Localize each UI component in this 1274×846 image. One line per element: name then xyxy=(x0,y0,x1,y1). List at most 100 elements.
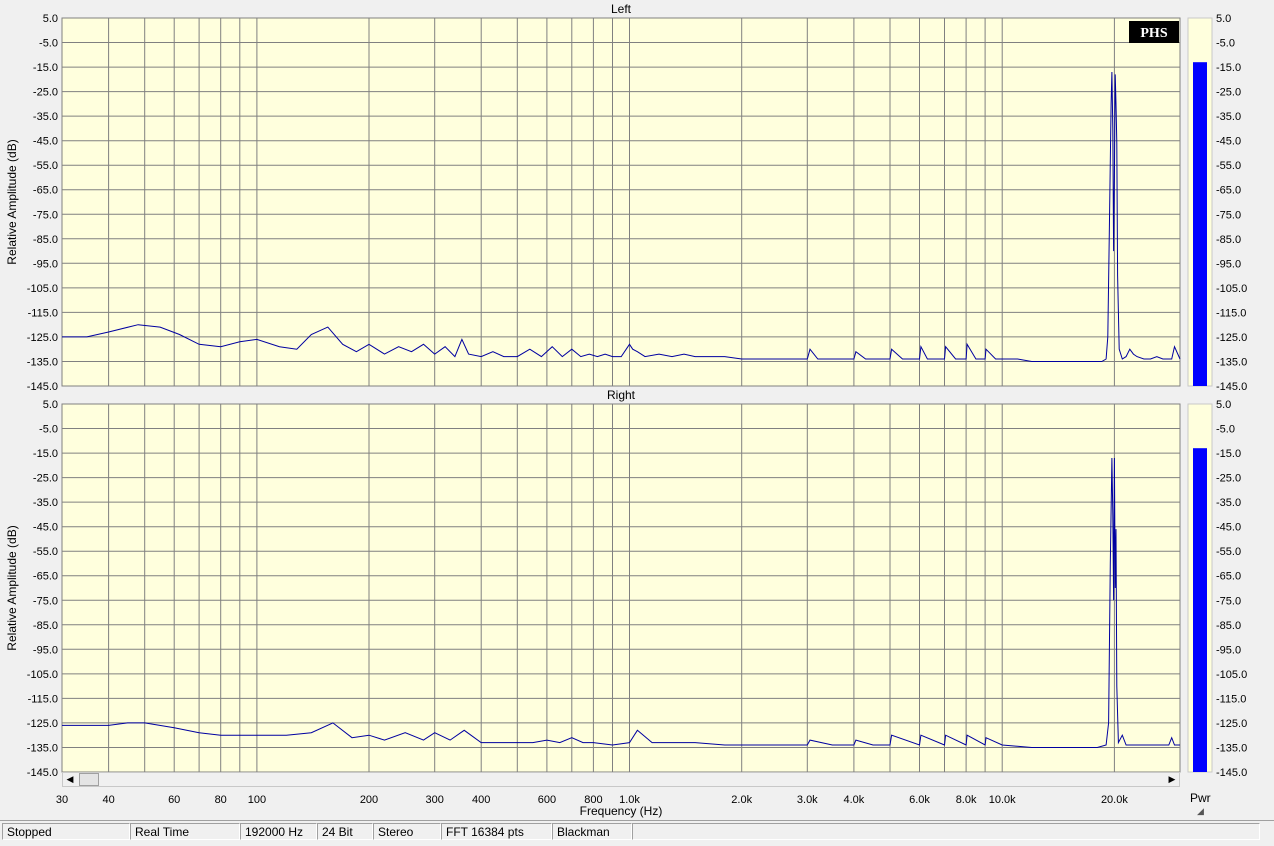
x-tick-label: 2.0k xyxy=(731,794,752,806)
status-fft-size: FFT 16384 pts xyxy=(441,823,552,840)
y-tick-label: -15.0 xyxy=(33,62,58,74)
meter-tick-label: -5.0 xyxy=(1216,424,1235,436)
plot-area xyxy=(61,17,1181,387)
y-tick-label: -5.0 xyxy=(39,38,58,50)
meter-tick-label: -135.0 xyxy=(1216,743,1247,755)
meter-tick-label: -75.0 xyxy=(1216,595,1241,607)
meter-tick-label: -125.0 xyxy=(1216,332,1247,344)
meter-tick-label: -115.0 xyxy=(1216,693,1246,705)
status-bar: Stopped Real Time 192000 Hz 24 Bit Stere… xyxy=(0,820,1274,846)
scroll-right-button[interactable]: ▶ xyxy=(1165,773,1179,786)
level-meter-bar xyxy=(1193,448,1207,772)
meter-tick-label: -15.0 xyxy=(1216,448,1241,460)
status-empty xyxy=(632,823,1260,840)
x-tick-label: 3.0k xyxy=(797,794,818,806)
meter-tick-label: -35.0 xyxy=(1216,497,1241,509)
y-tick-label: -105.0 xyxy=(27,283,58,295)
meter-tick-label: -105.0 xyxy=(1216,669,1247,681)
chart-panel-right: 5.0 -5.0 -15.0 -25.0 -35.0 -45.0 -55.0 -65.0 -75… xyxy=(5,388,1247,779)
y-tick-label: -45.0 xyxy=(33,522,58,534)
y-tick-label: -145.0 xyxy=(27,381,58,393)
y-tick-label: 5.0 xyxy=(43,399,58,411)
y-tick-label: -75.0 xyxy=(33,595,58,607)
y-tick-label: -65.0 xyxy=(33,185,58,197)
x-tick-label: 20.0k xyxy=(1101,794,1128,806)
meter-tick-label: -65.0 xyxy=(1216,185,1241,197)
x-tick-label: 80 xyxy=(215,794,227,806)
chart-panel-left: 5.0 -5.0 -15.0 -25.0 -35.0 -45.0 -55.0 -65.0 -75… xyxy=(5,2,1247,393)
x-tick-label: 10.0k xyxy=(989,794,1016,806)
spectrum-analyzer: 5.0 -5.0 -15.0 -25.0 -35.0 -45.0 -55.0 -65.0 -75… xyxy=(5,2,1247,818)
y-tick-label: -55.0 xyxy=(33,546,58,558)
meter-tick-label: -105.0 xyxy=(1216,283,1247,295)
meter-tick-label: -15.0 xyxy=(1216,62,1241,74)
x-tick-label: 8.0k xyxy=(956,794,977,806)
meter-tick-label: -45.0 xyxy=(1216,136,1241,148)
y-tick-label: -105.0 xyxy=(27,669,58,681)
chart-title: Right xyxy=(607,388,636,402)
x-axis-label: Frequency (Hz) xyxy=(580,804,663,818)
y-tick-label: -55.0 xyxy=(33,160,58,172)
meter-tick-label: -135.0 xyxy=(1216,357,1247,369)
meter-tick-label: -5.0 xyxy=(1216,38,1235,50)
y-tick-label: -35.0 xyxy=(33,497,58,509)
y-tick-label: -145.0 xyxy=(27,767,58,779)
y-tick-label: -115.0 xyxy=(28,307,58,319)
meter-tick-label: -55.0 xyxy=(1216,546,1241,558)
x-tick-label: 30 xyxy=(56,794,68,806)
y-tick-label: -95.0 xyxy=(33,258,58,270)
status-channels: Stereo xyxy=(373,823,441,840)
y-tick-label: -135.0 xyxy=(27,357,58,369)
scroll-left-button[interactable]: ◀ xyxy=(63,773,77,786)
meter-tick-label: -145.0 xyxy=(1216,767,1247,779)
meter-tick-label: 5.0 xyxy=(1216,399,1231,411)
meter-tick-label: -35.0 xyxy=(1216,111,1241,123)
meter-tick-label: -45.0 xyxy=(1216,522,1241,534)
status-state: Stopped xyxy=(2,823,130,840)
x-tick-label: 100 xyxy=(248,794,266,806)
x-tick-label: 400 xyxy=(472,794,490,806)
status-bit-depth: 24 Bit xyxy=(317,823,373,840)
y-tick-label: -115.0 xyxy=(28,693,58,705)
y-axis-label: Relative Amplitude (dB) xyxy=(5,525,19,650)
y-tick-label: -85.0 xyxy=(33,234,58,246)
meter-tick-label: -85.0 xyxy=(1216,234,1241,246)
y-tick-label: -65.0 xyxy=(33,571,58,583)
meter-tick-label: -25.0 xyxy=(1216,87,1241,99)
meter-tick-label: -55.0 xyxy=(1216,160,1241,172)
meter-tick-label: -85.0 xyxy=(1216,620,1241,632)
phs-logo-text: PHS xyxy=(1140,26,1167,41)
scroll-thumb[interactable] xyxy=(79,773,99,786)
y-tick-label: -5.0 xyxy=(39,424,58,436)
x-tick-label: 60 xyxy=(168,794,180,806)
meter-tick-label: -25.0 xyxy=(1216,473,1241,485)
x-tick-label: 300 xyxy=(426,794,444,806)
y-tick-label: -25.0 xyxy=(33,473,58,485)
y-tick-label: -45.0 xyxy=(33,136,58,148)
meter-tick-label: -65.0 xyxy=(1216,571,1241,583)
x-tick-label: 40 xyxy=(102,794,114,806)
meter-tick-label: 5.0 xyxy=(1216,13,1231,25)
meter-tick-label: -125.0 xyxy=(1216,718,1247,730)
meter-tick-label: -115.0 xyxy=(1216,307,1246,319)
resize-grip-icon[interactable]: ◢ xyxy=(1197,806,1207,816)
y-tick-label: -125.0 xyxy=(27,718,58,730)
x-tick-label: 600 xyxy=(538,794,556,806)
y-tick-label: -75.0 xyxy=(33,209,58,221)
plot-area xyxy=(61,403,1181,773)
frequency-scrollbar[interactable]: ◀ ▶ xyxy=(62,772,1180,787)
x-tick-label: 4.0k xyxy=(844,794,865,806)
y-tick-label: -125.0 xyxy=(27,332,58,344)
status-window: Blackman xyxy=(552,823,632,840)
meter-tick-label: -145.0 xyxy=(1216,381,1247,393)
meter-tick-label: -95.0 xyxy=(1216,644,1241,656)
meter-label: Pwr xyxy=(1190,791,1211,805)
y-tick-label: -15.0 xyxy=(33,448,58,460)
chart-title: Left xyxy=(611,2,632,16)
x-tick-label: 200 xyxy=(360,794,378,806)
y-tick-label: -85.0 xyxy=(33,620,58,632)
y-tick-label: -35.0 xyxy=(33,111,58,123)
y-tick-label: -25.0 xyxy=(33,87,58,99)
meter-tick-label: -75.0 xyxy=(1216,209,1241,221)
x-tick-label: 6.0k xyxy=(909,794,930,806)
